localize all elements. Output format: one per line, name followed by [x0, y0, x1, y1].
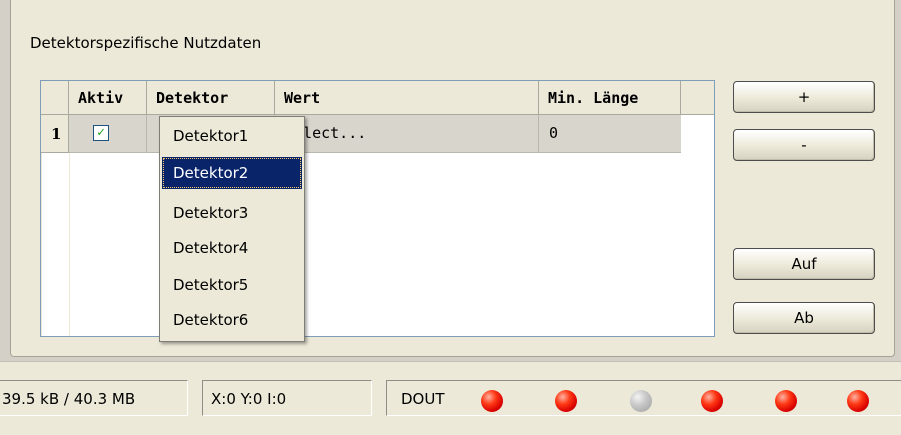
- remove-button[interactable]: -: [733, 129, 875, 161]
- cell-wert[interactable]: Select...: [275, 115, 539, 152]
- status-bar: 39.5 kB / 40.3 MB X:0 Y:0 I:0 DOUT: [0, 361, 901, 435]
- column-header-detektor[interactable]: Detektor: [147, 81, 275, 115]
- dropdown-option-detektor1[interactable]: Detektor1: [162, 120, 302, 152]
- add-button[interactable]: +: [733, 81, 875, 113]
- data-grid: Aktiv Detektor Wert Min. Länge 1 ✓ Selec…: [40, 80, 715, 337]
- dropdown-option-detektor2[interactable]: Detektor2: [162, 157, 302, 189]
- move-up-button[interactable]: Auf: [733, 248, 875, 280]
- column-header-min-laenge[interactable]: Min. Länge: [539, 81, 681, 115]
- row-header-area: [41, 153, 70, 336]
- memory-status: 39.5 kB / 40.3 MB: [0, 380, 188, 416]
- dropdown-option-detektor3[interactable]: Detektor3: [162, 197, 302, 229]
- coordinate-status: X:0 Y:0 I:0: [202, 380, 372, 416]
- cell-aktiv[interactable]: ✓: [69, 115, 147, 152]
- row-header[interactable]: 1: [41, 115, 69, 153]
- dropdown-option-detektor6[interactable]: Detektor6: [162, 304, 302, 336]
- dout-led-4: [701, 390, 723, 412]
- detektor-dropdown-list[interactable]: Detektor1 Detektor2 Detektor3 Detektor4 …: [159, 116, 305, 342]
- cell-min-laenge[interactable]: 0: [539, 115, 681, 152]
- column-header-wert[interactable]: Wert: [275, 81, 539, 115]
- dout-led-6: [847, 390, 869, 412]
- column-header-filler: [681, 81, 714, 115]
- group-title: Detektorspezifische Nutzdaten: [30, 34, 262, 52]
- dropdown-option-detektor4[interactable]: Detektor4: [162, 232, 302, 264]
- dout-led-3: [630, 390, 652, 412]
- dout-led-5: [775, 390, 797, 412]
- grid-corner: [41, 81, 69, 115]
- aktiv-checkbox[interactable]: ✓: [93, 125, 109, 141]
- dout-label: DOUT: [401, 390, 445, 408]
- dropdown-option-detektor5[interactable]: Detektor5: [162, 269, 302, 301]
- column-header-aktiv[interactable]: Aktiv: [69, 81, 147, 115]
- move-down-button[interactable]: Ab: [733, 302, 875, 334]
- dout-led-1: [481, 390, 503, 412]
- dout-led-2: [555, 390, 577, 412]
